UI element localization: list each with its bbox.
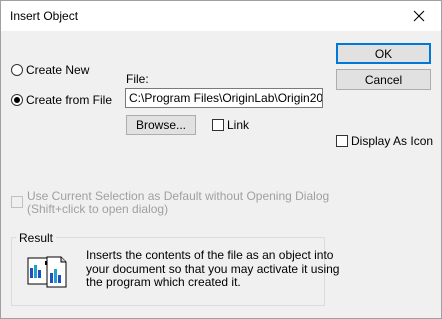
display-as-icon-checkbox[interactable] — [336, 135, 348, 147]
link-label: Link — [227, 118, 250, 132]
cancel-button[interactable]: Cancel — [336, 69, 431, 90]
file-path-field[interactable]: C:\Program Files\OriginLab\Origin2023b — [125, 88, 323, 108]
create-from-file-option[interactable]: Create from File — [11, 93, 112, 107]
result-line-2: your document so that you may activate i… — [86, 261, 340, 276]
close-icon — [413, 10, 425, 22]
document-chart-icon — [25, 253, 67, 289]
current-selection-option: Use Current Selection as Default without… — [11, 190, 329, 216]
result-description: Inserts the contents of the file as an o… — [86, 248, 340, 290]
create-new-radio[interactable] — [11, 64, 23, 76]
insert-object-dialog: Insert Object Create New Create from Fil… — [0, 0, 442, 319]
display-as-icon-label: Display As Icon — [351, 134, 434, 148]
result-line-3: the program which created it. — [86, 275, 241, 289]
ok-button[interactable]: OK — [336, 43, 431, 64]
create-new-option[interactable]: Create New — [11, 63, 89, 77]
title-bar: Insert Object — [1, 1, 441, 31]
link-checkbox[interactable] — [212, 119, 224, 131]
current-selection-checkbox — [11, 196, 23, 208]
display-as-icon-option[interactable]: Display As Icon — [336, 134, 433, 148]
create-from-file-label: Create from File — [26, 93, 113, 107]
dialog-title: Insert Object — [10, 9, 79, 23]
create-new-label: Create New — [26, 63, 90, 77]
link-option[interactable]: Link — [212, 118, 249, 132]
close-button[interactable] — [397, 1, 441, 31]
file-label: File: — [126, 72, 149, 86]
result-line-1: Inserts the contents of the file as an o… — [86, 248, 334, 262]
current-selection-hint: (Shift+click to open dialog) — [27, 202, 169, 216]
create-from-file-radio[interactable] — [11, 94, 23, 106]
browse-button[interactable]: Browse... — [126, 115, 196, 135]
result-group-label: Result — [16, 231, 57, 245]
